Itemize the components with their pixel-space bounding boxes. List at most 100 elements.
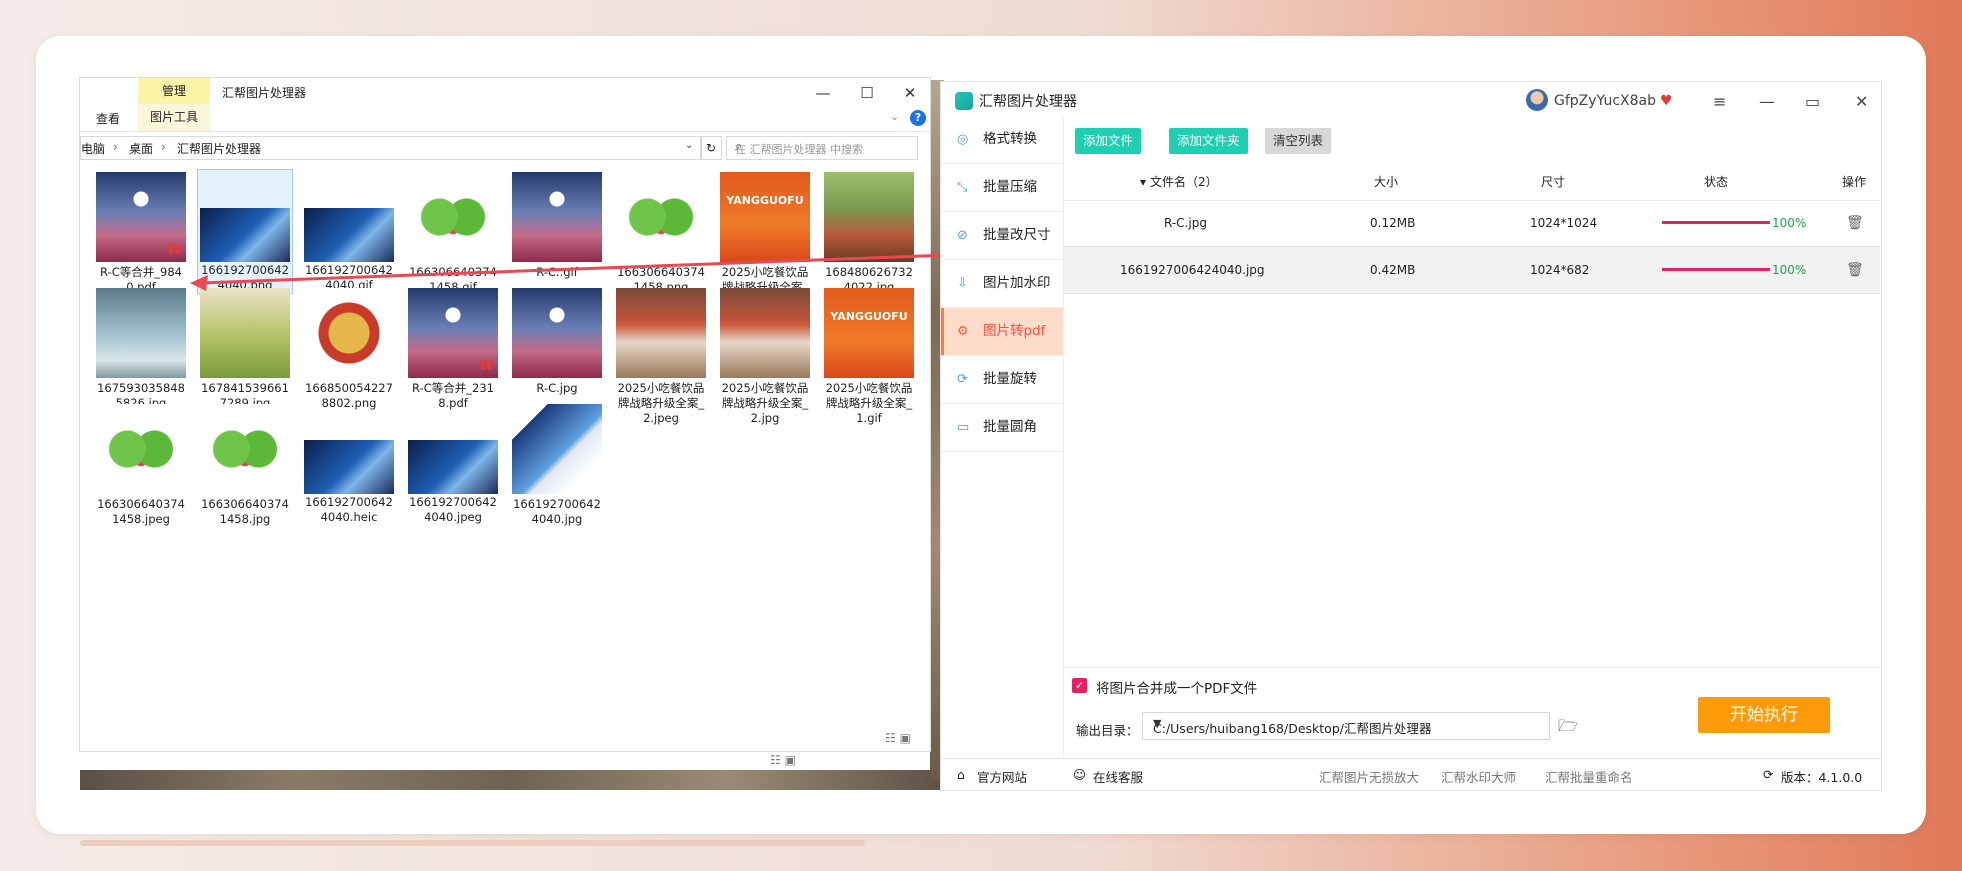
- file-item[interactable]: R-C..gif: [510, 170, 604, 280]
- ribbon: 管理 图片工具 查看 汇帮图片处理器 — ☐ ✕ ⌄ ?: [80, 78, 930, 132]
- file-item[interactable]: 1675930358485826.jpg: [94, 286, 188, 411]
- minimize-button[interactable]: —: [1759, 92, 1775, 111]
- chevron-down-icon[interactable]: ⌄: [890, 110, 899, 123]
- table-row[interactable]: R-C.jpg 0.12MB 1024*1024 100% 🗑: [1064, 200, 1880, 247]
- chevron-down-icon[interactable]: ▼: [1153, 717, 1539, 730]
- minimize-button[interactable]: —: [808, 82, 838, 104]
- file-item[interactable]: 1663066403741458.png: [614, 170, 708, 295]
- start-button[interactable]: 开始执行: [1698, 697, 1830, 733]
- app-logo-icon: [955, 92, 973, 110]
- breadcrumb-item[interactable]: 汇帮图片处理器: [177, 140, 261, 157]
- footer-link-upscale[interactable]: 汇帮图片无损放大: [1319, 767, 1419, 786]
- breadcrumb-item[interactable]: 桌面: [129, 140, 153, 157]
- file-item[interactable]: 1663066403741458.jpg: [198, 402, 292, 527]
- output-dir-select[interactable]: C:/Users/huibang168/Desktop/汇帮图片处理器 ▼: [1142, 712, 1550, 740]
- maximize-button[interactable]: ☐: [852, 82, 882, 104]
- support-link[interactable]: 在线客服: [1093, 767, 1143, 786]
- sidebar-item[interactable]: ⊘ 批量改尺寸: [941, 212, 1063, 260]
- file-item[interactable]: 1661927006424040.heic: [302, 402, 396, 525]
- file-thumbnail: [824, 172, 914, 262]
- ribbon-tab-view[interactable]: 查看: [96, 110, 120, 127]
- file-item[interactable]: W R-C等合并_9840.pdf: [94, 170, 188, 295]
- view-toggle-icons-secondary[interactable]: ☷ ▣: [770, 753, 796, 767]
- sidebar-item[interactable]: ⤡ 批量压缩: [941, 164, 1063, 212]
- file-item[interactable]: 1663066403741458.gif: [406, 170, 500, 295]
- col-filename[interactable]: 文件名（2）: [1150, 164, 1218, 200]
- sort-caret-icon[interactable]: ▾: [1140, 164, 1146, 200]
- watermark-icon: ⇩: [957, 276, 968, 291]
- view-toggle-icons[interactable]: ☷ ▣: [885, 731, 911, 745]
- help-icon[interactable]: ?: [910, 110, 926, 126]
- menu-icon[interactable]: ≡: [1713, 92, 1726, 111]
- close-button[interactable]: ✕: [1855, 92, 1868, 111]
- file-item[interactable]: 1661927006424040.jpg: [510, 402, 604, 527]
- sidebar-item[interactable]: ⟳ 批量旋转: [941, 356, 1063, 404]
- progress-bar: [1662, 221, 1770, 224]
- folder-open-icon[interactable]: 🗁: [1558, 715, 1578, 742]
- file-thumbnail: W: [96, 172, 186, 262]
- support-icon: ☺: [1073, 767, 1087, 782]
- ribbon-tab-picture-tools[interactable]: 图片工具: [138, 104, 210, 131]
- user-info[interactable]: GfpZyYucX8ab ♥: [1526, 88, 1673, 114]
- chevron-down-icon[interactable]: ⌄: [685, 140, 693, 151]
- sidebar-item[interactable]: ⇩ 图片加水印: [941, 260, 1063, 308]
- row-dims: 1024*682: [1530, 263, 1590, 277]
- website-link[interactable]: 官方网站: [977, 767, 1027, 786]
- file-item[interactable]: 2025小吃餐饮品牌战略升级全案_2.jpg: [718, 286, 812, 426]
- version-label: 版本：4.1.0.0: [1781, 770, 1863, 785]
- file-name: 2025小吃餐饮品牌战略升级全案_1.gif: [825, 381, 913, 425]
- file-item[interactable]: 1663066403741458.jpeg: [94, 402, 188, 527]
- merge-pdf-label[interactable]: 将图片合并成一个PDF文件: [1096, 677, 1257, 697]
- progress-bar: [1662, 268, 1770, 271]
- search-icon: ⌕: [735, 139, 743, 154]
- close-button[interactable]: ✕: [895, 82, 925, 104]
- file-thumbnail: [96, 288, 186, 378]
- app-window: 汇帮图片处理器 GfpZyYucX8ab ♥ ≡ — ▭ ✕ ◎ 格式转换 ⤡ 批量压缩…: [940, 81, 1882, 791]
- col-size: 大小: [1374, 175, 1399, 189]
- update-icon[interactable]: ⟳: [1763, 767, 1773, 782]
- add-folder-button[interactable]: 添加文件夹: [1169, 128, 1248, 154]
- format-icon: ◎: [957, 132, 969, 147]
- file-item[interactable]: 1668500542278802.png: [302, 286, 396, 411]
- sidebar-item[interactable]: ⚙ 图片转pdf: [941, 308, 1063, 356]
- chevron-right-icon: ›: [113, 140, 118, 154]
- search-input[interactable]: 在 汇帮图片处理器 中搜索 ⌕: [726, 136, 918, 160]
- footer-link-watermark[interactable]: 汇帮水印大师: [1441, 767, 1516, 786]
- file-item[interactable]: 2025小吃餐饮品牌战略升级全案_2.jpeg: [614, 286, 708, 426]
- ribbon-tab-manage[interactable]: 管理: [138, 78, 210, 104]
- file-item[interactable]: 1661927006424040.png: [197, 169, 293, 294]
- file-thumbnail: [616, 288, 706, 378]
- file-thumbnail: [616, 172, 706, 262]
- avatar: [1526, 89, 1548, 111]
- file-item[interactable]: YANGGUOFU 2025小吃餐饮品牌战略升级全案_1.gif: [822, 286, 916, 426]
- round-corner-icon: ▭: [957, 420, 970, 435]
- file-item[interactable]: 1678415396617289.jpg: [198, 286, 292, 411]
- file-item[interactable]: 1684806267324022.jpg: [822, 170, 916, 295]
- sidebar-item[interactable]: ◎ 格式转换: [941, 116, 1063, 164]
- file-item[interactable]: W R-C等合并_2318.pdf: [406, 286, 500, 411]
- scroll-indicator: [80, 840, 865, 846]
- file-item[interactable]: R-C.jpg: [510, 286, 604, 396]
- thumb-brand-text: YANGGUOFU: [726, 194, 804, 207]
- file-item[interactable]: 1661927006424040.jpeg: [406, 402, 500, 525]
- delete-icon[interactable]: 🗑: [1846, 200, 1864, 246]
- refresh-icon[interactable]: ↻: [700, 136, 722, 160]
- address-bar[interactable]: 电脑 › 桌面 › 汇帮图片处理器 ⌄: [80, 136, 702, 160]
- rotate-icon: ⟳: [957, 372, 968, 387]
- username: GfpZyYucX8ab: [1554, 93, 1657, 109]
- file-item[interactable]: 1661927006424040.gif: [302, 170, 396, 293]
- sidebar-item[interactable]: ▭ 批量圆角: [941, 404, 1063, 452]
- clear-list-button[interactable]: 清空列表: [1265, 128, 1332, 154]
- breadcrumb-item[interactable]: 电脑: [81, 140, 105, 157]
- footer-link-rename[interactable]: 汇帮批量重命名: [1545, 767, 1633, 786]
- row-size: 0.12MB: [1370, 216, 1416, 230]
- file-thumbnail: W: [408, 288, 498, 378]
- merge-pdf-checkbox[interactable]: ✓: [1072, 678, 1087, 693]
- sidebar-item-label: 批量旋转: [983, 371, 1037, 387]
- delete-icon[interactable]: 🗑: [1846, 247, 1864, 293]
- output-settings: ✓ 将图片合并成一个PDF文件 输出目录： C:/Users/huibang16…: [1064, 667, 1880, 758]
- add-file-button[interactable]: 添加文件: [1075, 128, 1142, 154]
- table-row[interactable]: 1661927006424040.jpg 0.42MB 1024*682 100% 🗑: [1064, 247, 1880, 294]
- thumb-brand-text: YANGGUOFU: [830, 310, 908, 323]
- maximize-button[interactable]: ▭: [1805, 92, 1820, 111]
